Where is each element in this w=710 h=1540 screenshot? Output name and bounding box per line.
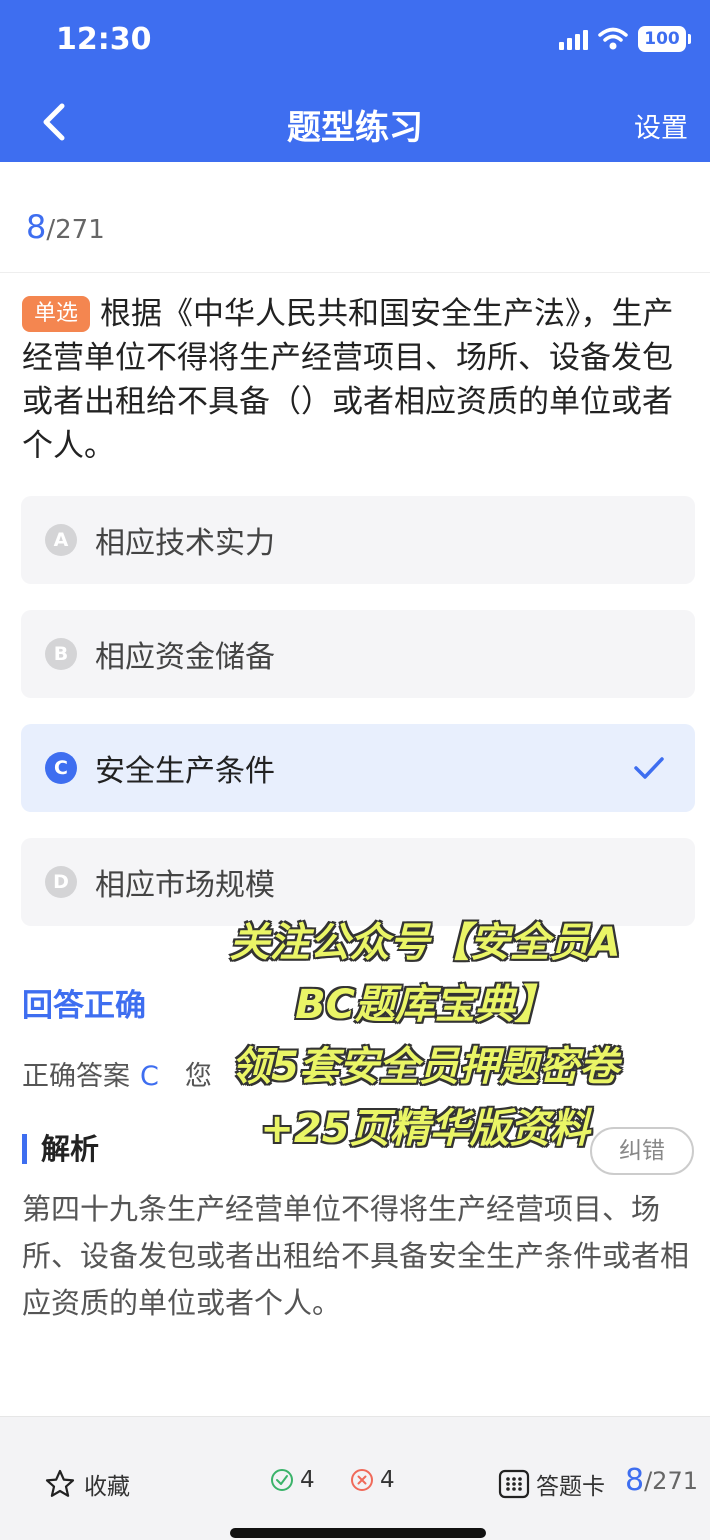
check-circle-icon: [271, 1469, 293, 1491]
analysis-text: 第四十九条生产经营单位不得将生产经营项目、场所、设备发包或者出租给不具备安全生产…: [22, 1192, 690, 1320]
page-title: 题型练习: [287, 108, 423, 148]
grid-icon: [498, 1469, 530, 1499]
promo-watermark: 关注公众号【安全员A BC题库宝典】 领5套安全员押题密卷 +25页精华版资料: [190, 912, 660, 1160]
option-letter: D: [45, 866, 77, 898]
wrong-count-value: 4: [380, 1467, 395, 1493]
favorite-label: 收藏: [84, 1474, 130, 1500]
option-a[interactable]: A 相应技术实力: [21, 496, 695, 584]
watermark-line: BC题库宝典】: [295, 982, 555, 1028]
home-indicator: [230, 1528, 486, 1538]
bottom-progress-current: 8: [625, 1463, 645, 1498]
question-type-badge: 单选: [22, 296, 91, 332]
status-time: 12:30: [56, 22, 152, 57]
divider: [0, 272, 710, 273]
question-progress: 8/271: [26, 208, 105, 246]
progress-total: /271: [46, 215, 105, 245]
answer-card-label: 答题卡: [536, 1474, 605, 1500]
answer-status: 回答正确: [22, 988, 146, 1024]
option-d[interactable]: D 相应市场规模: [21, 838, 695, 926]
bottom-progress-total: /271: [644, 1466, 698, 1495]
status-icons: 100: [559, 26, 691, 52]
option-letter: B: [45, 638, 77, 670]
option-text: 安全生产条件: [95, 754, 275, 789]
option-c[interactable]: C 安全生产条件: [21, 724, 695, 812]
your-answer-label: 您: [184, 1061, 212, 1092]
bottom-progress: 8/271: [625, 1463, 698, 1498]
option-text: 相应资金储备: [95, 640, 275, 675]
option-letter: A: [45, 524, 77, 556]
question-text: 根据《中华人民共和国安全生产法》，生产经营单位不得将生产经营项目、场所、设备发包…: [22, 296, 674, 464]
star-icon: [45, 1469, 75, 1497]
wifi-icon: [598, 27, 628, 50]
x-circle-icon: [351, 1469, 373, 1491]
answer-card-button[interactable]: 答题卡: [498, 1467, 605, 1501]
option-letter: C: [45, 752, 77, 784]
analysis-title: 解析: [22, 1134, 99, 1164]
correct-count-value: 4: [300, 1467, 315, 1493]
settings-button[interactable]: 设置: [634, 106, 688, 145]
cellular-signal-icon: [559, 28, 588, 50]
answer-line: 正确答案 C 您: [22, 1054, 212, 1093]
battery-icon: 100: [638, 26, 691, 52]
option-b[interactable]: B 相应资金储备: [21, 610, 695, 698]
option-text: 相应市场规模: [95, 868, 275, 903]
option-text: 相应技术实力: [95, 526, 275, 561]
report-error-button[interactable]: 纠错: [590, 1127, 694, 1175]
wrong-count: 4: [350, 1467, 395, 1493]
question: 单选 根据《中华人民共和国安全生产法》，生产经营单位不得将生产经营项目、场所、设备…: [22, 292, 692, 468]
watermark-line: 领5套安全员押题密卷: [231, 1044, 619, 1090]
header: 12:30 100 题型练习 设置: [0, 0, 710, 162]
progress-current: 8: [26, 208, 47, 246]
bottom-bar: 收藏 4 4 答题卡 8/271: [0, 1416, 710, 1540]
correct-answer-label: 正确答案: [22, 1061, 130, 1092]
correct-count: 4: [270, 1467, 315, 1493]
checkmark-icon: [634, 757, 664, 779]
favorite-button[interactable]: 收藏: [44, 1467, 130, 1501]
correct-answer-value: C: [140, 1061, 159, 1092]
